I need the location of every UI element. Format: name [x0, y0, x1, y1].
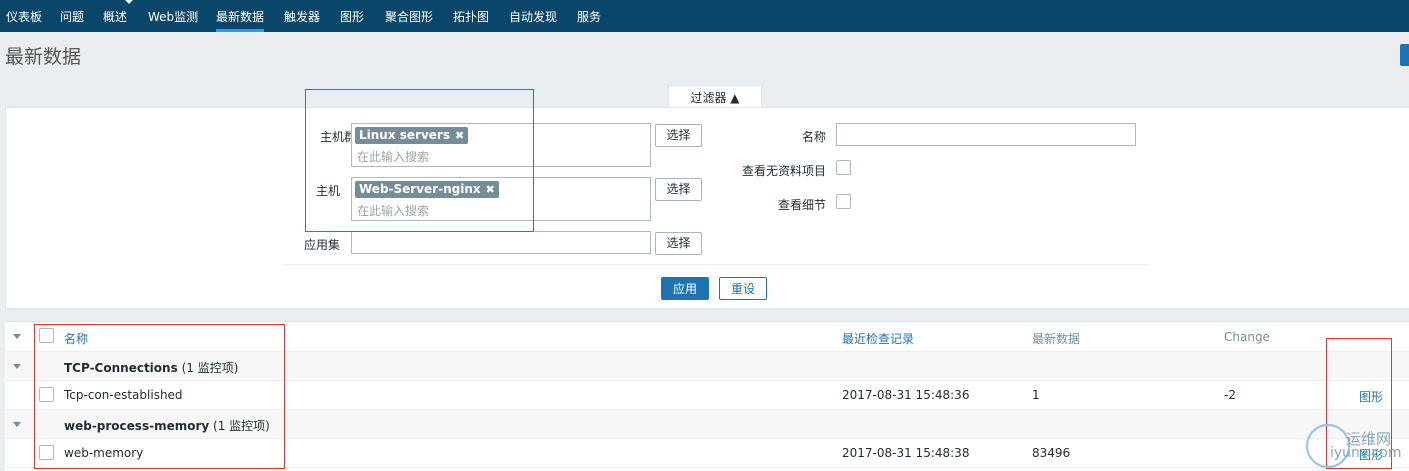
- item-last-check: 2017-08-31 15:48:36: [842, 388, 970, 402]
- host-group-select-button[interactable]: 选择: [655, 124, 702, 147]
- nav-maps[interactable]: 拓扑图: [453, 0, 489, 32]
- last-value-column-header: 最新数据: [1032, 332, 1081, 346]
- top-navigation: 仪表板 问题 概述 Web监测 最新数据 触发器 图形 聚合图形 拓扑图 自动发…: [0, 0, 1409, 32]
- nav-problems[interactable]: 问题: [60, 0, 84, 32]
- item-last-value: 1: [1032, 388, 1040, 402]
- show-without-data-label: 查看无资料项目: [741, 164, 826, 178]
- nav-dashboard[interactable]: 仪表板: [6, 0, 42, 32]
- filter-divider: [283, 264, 1149, 265]
- host-select-button[interactable]: 选择: [655, 178, 702, 201]
- reset-button[interactable]: 重设: [719, 277, 767, 300]
- annotation-box-names: [34, 324, 285, 469]
- nav-latest-data[interactable]: 最新数据: [216, 0, 265, 32]
- show-without-data-checkbox[interactable]: [836, 160, 851, 175]
- application-select-button[interactable]: 选择: [655, 232, 702, 255]
- application-input[interactable]: [351, 231, 651, 254]
- name-input[interactable]: [836, 123, 1136, 146]
- page-title: 最新数据: [5, 46, 82, 68]
- annotation-box-filter: [305, 89, 534, 232]
- nav-services[interactable]: 服务: [577, 0, 601, 32]
- nav-overview[interactable]: 概述: [103, 0, 127, 32]
- item-last-value: 83496: [1032, 446, 1071, 460]
- nav-graphs[interactable]: 图形: [340, 0, 364, 32]
- watermark-url: iyunv.com: [1330, 445, 1402, 461]
- show-details-label: 查看细节: [777, 198, 826, 212]
- nav-web-monitoring[interactable]: Web监测: [148, 0, 198, 32]
- name-label: 名称: [801, 130, 826, 144]
- nav-triggers[interactable]: 触发器: [284, 0, 320, 32]
- last-check-column-header[interactable]: 最近检查记录: [842, 330, 914, 347]
- apply-button[interactable]: 应用: [661, 277, 709, 300]
- item-last-check: 2017-08-31 15:48:38: [842, 446, 970, 460]
- show-details-checkbox[interactable]: [836, 194, 851, 209]
- fullscreen-button[interactable]: [1400, 44, 1409, 66]
- change-column-header: Change: [1224, 330, 1270, 344]
- nav-discovery[interactable]: 自动发现: [509, 0, 557, 32]
- application-label: 应用集: [303, 238, 340, 252]
- nav-screens[interactable]: 聚合图形: [385, 0, 433, 32]
- collapse-group-icon[interactable]: [13, 422, 21, 427]
- collapse-all-icon[interactable]: [13, 334, 21, 339]
- item-change: -2: [1224, 388, 1236, 402]
- collapse-group-icon[interactable]: [13, 364, 21, 369]
- filter-tab[interactable]: 过滤器 ▲: [668, 85, 762, 109]
